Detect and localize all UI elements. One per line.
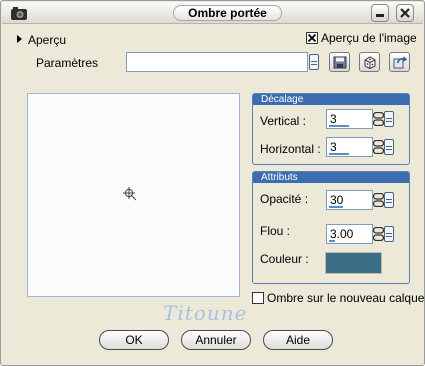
opacity-field[interactable]: 30: [326, 190, 373, 210]
checkbox-checked-icon: [306, 32, 318, 44]
close-button[interactable]: [396, 4, 414, 22]
drop-shadow-dialog: Ombre portée Aperçu Aperçu de l'image Pa…: [0, 0, 425, 366]
vertical-label: Vertical :: [260, 114, 307, 128]
presets-dropdown-button[interactable]: [309, 54, 319, 70]
presets-label: Paramètres: [36, 56, 99, 70]
random-preset-button[interactable]: [359, 52, 380, 72]
opacity-slider-bar[interactable]: [329, 206, 343, 208]
minimize-icon: [376, 14, 384, 17]
link-icon: [373, 112, 384, 126]
blur-field[interactable]: 3.00: [326, 224, 373, 244]
vertical-spin-arrows[interactable]: [384, 111, 394, 127]
vertical-field[interactable]: 3: [326, 109, 373, 129]
ok-button[interactable]: OK: [99, 330, 169, 350]
link-icon: [373, 227, 384, 241]
horizontal-label: Horizontal :: [260, 142, 321, 156]
opacity-spinner[interactable]: [373, 190, 395, 210]
expand-arrow-icon: [17, 35, 22, 43]
blur-value: 3.00: [330, 227, 354, 241]
shadow-new-layer-checkbox[interactable]: Ombre sur le nouveau calque: [252, 291, 424, 305]
color-label: Couleur :: [260, 252, 309, 266]
offset-group-title: Décalage: [253, 94, 409, 105]
save-preset-button[interactable]: [329, 52, 350, 72]
preview-toggle-label: Aperçu: [28, 33, 67, 47]
image-preview-label: Aperçu de l'image: [321, 31, 417, 45]
camera-icon: [11, 7, 27, 20]
opacity-value: 30: [330, 193, 344, 207]
opacity-label: Opacité :: [260, 192, 309, 206]
blur-label: Flou :: [260, 224, 291, 238]
offset-group: Décalage Vertical : 3 Horizontal : 3: [252, 93, 410, 165]
preview-toggle[interactable]: Aperçu: [17, 32, 66, 48]
help-button[interactable]: Aide: [263, 330, 333, 350]
horizontal-spin-arrows[interactable]: [384, 139, 394, 155]
horizontal-slider-bar[interactable]: [329, 153, 349, 155]
crosshair-icon: [123, 187, 137, 201]
link-icon: [373, 140, 384, 154]
attributes-group-title: Attributs: [253, 172, 409, 183]
blur-spinner[interactable]: [373, 224, 395, 244]
minimize-button[interactable]: [371, 4, 389, 22]
horizontal-spinner[interactable]: [373, 137, 395, 157]
color-swatch[interactable]: [325, 252, 382, 274]
watermark: Titoune: [163, 301, 248, 325]
presets-input[interactable]: [126, 52, 308, 72]
blur-slider-bar[interactable]: [329, 240, 335, 242]
attributes-group: Attributs Opacité : 30 Flou : 3.00 Coule…: [252, 171, 410, 284]
save-icon: [333, 56, 347, 69]
cancel-button[interactable]: Annuler: [181, 330, 251, 350]
reset-icon: [393, 56, 407, 69]
checkbox-unchecked-icon: [252, 292, 264, 304]
image-preview-checkbox[interactable]: Aperçu de l'image: [306, 31, 417, 47]
vertical-value: 3: [330, 112, 337, 126]
link-icon: [373, 193, 384, 207]
vertical-spinner[interactable]: [373, 109, 395, 129]
shadow-new-layer-label: Ombre sur le nouveau calque: [267, 291, 425, 305]
blur-spin-arrows[interactable]: [384, 226, 394, 242]
dice-icon: [364, 56, 376, 69]
title-bar: Ombre portée: [2, 2, 423, 24]
horizontal-value: 3: [330, 140, 337, 154]
close-icon: [400, 8, 410, 18]
preview-area[interactable]: [27, 93, 240, 297]
vertical-slider-bar[interactable]: [329, 125, 349, 127]
horizontal-field[interactable]: 3: [326, 137, 373, 157]
reset-preset-button[interactable]: [389, 52, 410, 72]
opacity-spin-arrows[interactable]: [384, 192, 394, 208]
window-title: Ombre portée: [173, 5, 282, 21]
